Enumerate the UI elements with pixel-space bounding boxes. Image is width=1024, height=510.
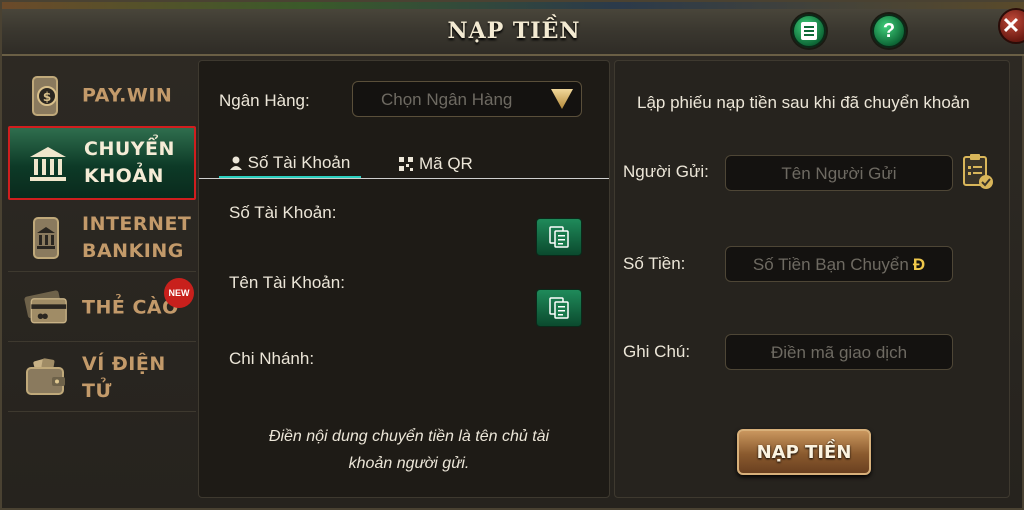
currency-symbol: Đ <box>912 255 926 274</box>
payment-method-sidebar: $ PAY.WIN CHUYỂN KHOẢN INTERNET BANKING … <box>8 62 196 502</box>
transfer-note: Điền nội dung chuyển tiền là tên chủ tài… <box>268 428 550 472</box>
bank-select[interactable]: Chọn Ngân Hàng <box>352 81 582 117</box>
wallet-icon <box>24 356 68 400</box>
card-icon <box>24 286 68 330</box>
chevron-down-icon <box>551 89 573 109</box>
submit-deposit-button[interactable]: NẠP TIỀN <box>737 429 871 475</box>
copy-account-name-button[interactable] <box>536 289 582 327</box>
sidebar-item-label: CHUYỂN KHOẢN <box>84 138 175 187</box>
sidebar-item-scratch-card[interactable]: THẺ CÀO NEW <box>8 274 196 342</box>
sidebar-item-e-wallet[interactable]: VÍ ĐIỆN TỬ <box>8 344 196 412</box>
amount-input[interactable]: Số Tiền Bạn Chuyển Đ <box>725 246 953 282</box>
mobile-bank-icon <box>24 216 68 260</box>
list-icon <box>801 22 817 40</box>
memo-input[interactable]: Điền mã giao dịch <box>725 334 953 370</box>
top-decoration <box>2 2 1024 9</box>
copy-account-number-button[interactable] <box>536 218 582 256</box>
sidebar-item-transfer[interactable]: CHUYỂN KHOẢN <box>8 126 196 200</box>
help-icon: ? <box>882 19 896 42</box>
window-title: NẠP TIỀN <box>447 18 581 44</box>
amount-placeholder: Số Tiền Bạn Chuyển <box>752 255 909 274</box>
memo-label: Ghi Chú: <box>623 342 691 361</box>
sender-placeholder: Tên Người Gửi <box>781 164 897 183</box>
tab-label: Mã QR <box>419 154 473 173</box>
tab-label: Số Tài Khoản <box>247 152 351 172</box>
amount-label: Số Tiền: <box>623 254 686 273</box>
tab-qr-code[interactable]: Mã QR <box>399 149 479 179</box>
branch-label: Chi Nhánh: <box>229 349 315 368</box>
account-number-label: Số Tài Khoản: <box>229 203 337 222</box>
copy-icon <box>549 297 569 319</box>
deposit-form-panel: Lập phiếu nạp tiền sau khi đã chuyển kho… <box>614 60 1010 498</box>
clipboard-icon[interactable] <box>961 153 995 191</box>
tab-account-number[interactable]: Số Tài Khoản <box>219 149 361 179</box>
close-button[interactable]: ✕ <box>998 8 1024 44</box>
memo-placeholder: Điền mã giao dịch <box>770 343 908 362</box>
bank-select-value: Chọn Ngân Hàng <box>381 90 513 109</box>
form-title: Lập phiếu nạp tiền sau khi đã chuyển kho… <box>637 93 970 112</box>
bank-label: Ngân Hàng: <box>219 91 310 110</box>
user-icon <box>229 156 242 170</box>
bank-info-panel: Ngân Hàng: Chọn Ngân Hàng Số Tài Khoản M… <box>198 60 610 498</box>
tab-divider <box>199 178 609 179</box>
close-icon: ✕ <box>1001 13 1021 38</box>
sidebar-item-internet-banking[interactable]: INTERNET BANKING <box>8 204 196 272</box>
svg-text:$: $ <box>43 90 51 104</box>
bank-icon <box>26 142 70 186</box>
history-button[interactable] <box>792 14 826 48</box>
sidebar-item-label: PAY.WIN <box>82 84 173 106</box>
deposit-window: NẠP TIỀN ? ✕ $ PAY.WIN CHUYỂN KHOẢN INTE… <box>0 0 1024 510</box>
sidebar-item-label: VÍ ĐIỆN TỬ <box>82 352 166 402</box>
phone-dollar-icon: $ <box>24 74 68 118</box>
copy-icon <box>549 226 569 248</box>
help-button[interactable]: ? <box>872 14 906 48</box>
sender-label: Người Gửi: <box>623 162 709 181</box>
sidebar-item-paywin[interactable]: $ PAY.WIN <box>8 62 196 130</box>
account-name-label: Tên Tài Khoản: <box>229 273 345 292</box>
new-badge: NEW <box>164 278 194 308</box>
title-bar: NẠP TIỀN ? ✕ <box>2 2 1024 56</box>
qr-icon <box>399 157 413 171</box>
sender-input[interactable]: Tên Người Gửi <box>725 155 953 191</box>
sidebar-item-label: INTERNET BANKING <box>82 212 192 262</box>
